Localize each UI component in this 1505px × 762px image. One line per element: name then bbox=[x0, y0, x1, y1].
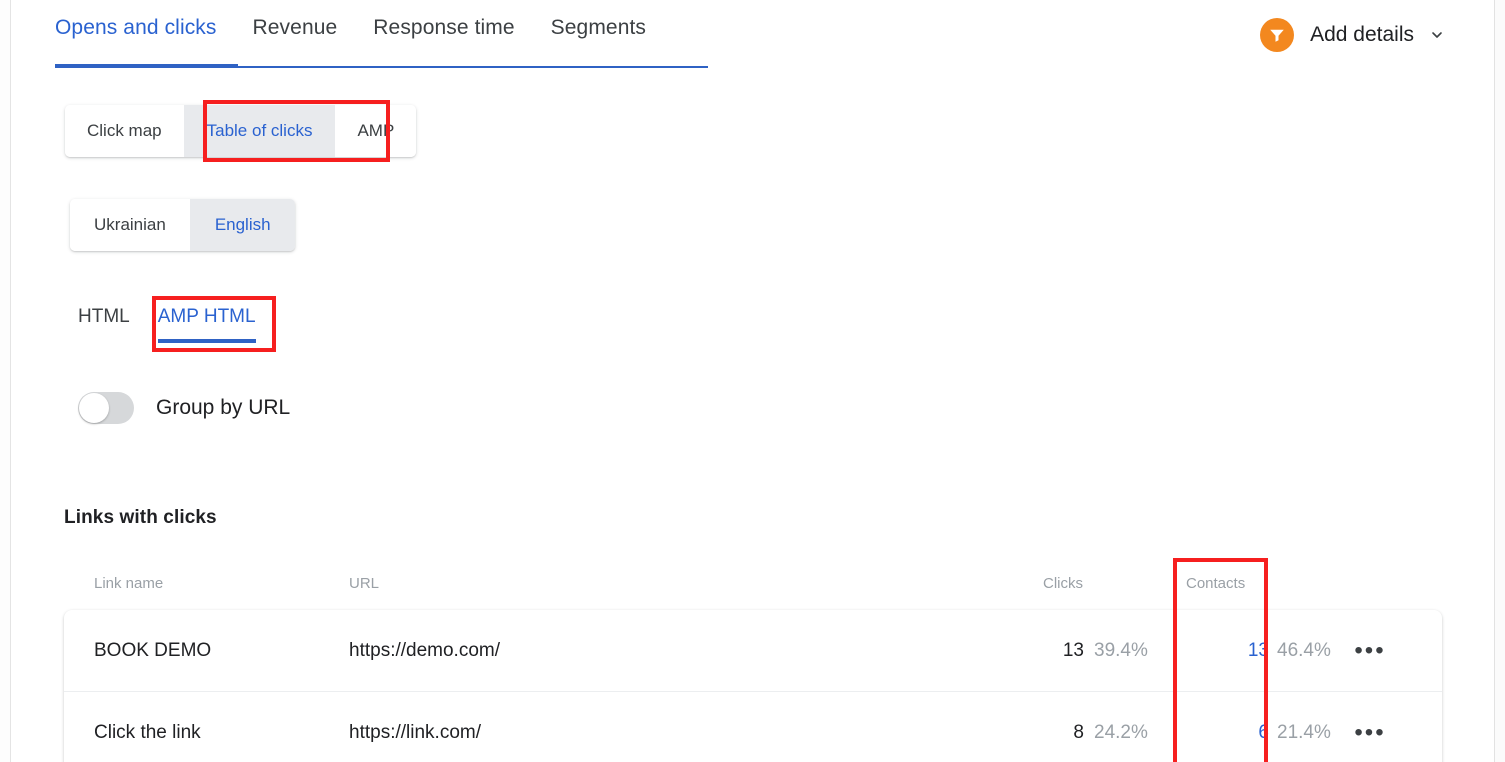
links-table: BOOK DEMO https://demo.com/ 13 39.4% 13 … bbox=[64, 610, 1442, 762]
main-tabs: Opens and clicks Revenue Response time S… bbox=[55, 14, 646, 42]
tab-segments[interactable]: Segments bbox=[551, 14, 646, 42]
tab-opens-and-clicks[interactable]: Opens and clicks bbox=[55, 14, 217, 42]
tab-revenue[interactable]: Revenue bbox=[253, 14, 338, 42]
column-header-contacts: Contacts bbox=[1186, 575, 1246, 592]
main-tabs-active-indicator bbox=[55, 64, 238, 68]
format-tab-html[interactable]: HTML bbox=[78, 303, 130, 343]
page-left-gutter bbox=[0, 0, 10, 762]
row-more-options-icon[interactable]: ••• bbox=[1349, 719, 1391, 747]
language-switch: Ukrainian English bbox=[70, 199, 295, 251]
column-header-url: URL bbox=[349, 575, 380, 592]
group-by-url-label: Group by URL bbox=[156, 396, 291, 419]
view-mode-amp[interactable]: AMP bbox=[335, 105, 417, 157]
cell-contacts-percent: 21.4% bbox=[1277, 722, 1331, 743]
group-by-url-row: Group by URL bbox=[78, 392, 290, 424]
cell-clicks-percent: 39.4% bbox=[1094, 639, 1148, 661]
chevron-down-icon[interactable] bbox=[1429, 27, 1445, 43]
view-mode-switch: Click map Table of clicks AMP bbox=[65, 105, 417, 157]
column-header-clicks: Clicks bbox=[1043, 575, 1083, 592]
format-tabs: HTML AMP HTML bbox=[78, 303, 284, 343]
cell-url: https://link.com/ bbox=[349, 722, 481, 743]
table-row[interactable]: Click the link https://link.com/ 8 24.2%… bbox=[64, 692, 1442, 762]
tab-response-time[interactable]: Response time bbox=[373, 14, 514, 42]
page-title: Links with clicks bbox=[64, 507, 217, 528]
toggle-knob bbox=[79, 393, 109, 423]
page-right-gutter bbox=[1495, 0, 1505, 762]
app-page: Opens and clicks Revenue Response time S… bbox=[0, 0, 1505, 762]
view-mode-table-of-clicks[interactable]: Table of clicks bbox=[184, 105, 336, 157]
view-mode-click-map[interactable]: Click map bbox=[65, 105, 185, 157]
cell-link-name: BOOK DEMO bbox=[94, 639, 212, 661]
row-more-options-icon[interactable]: ••• bbox=[1349, 637, 1391, 665]
language-ukrainian[interactable]: Ukrainian bbox=[70, 199, 191, 251]
cell-url: https://demo.com/ bbox=[349, 639, 501, 661]
format-tab-amp-html[interactable]: AMP HTML bbox=[157, 303, 256, 343]
add-details-label: Add details bbox=[1310, 23, 1414, 46]
cell-link-name: Click the link bbox=[94, 722, 201, 743]
links-table-header: Link name URL Clicks Contacts bbox=[64, 575, 1442, 601]
group-by-url-toggle[interactable] bbox=[78, 392, 134, 424]
cell-contacts[interactable]: 13 bbox=[1164, 640, 1269, 662]
funnel-icon bbox=[1260, 18, 1295, 52]
cell-contacts[interactable]: 6 bbox=[1164, 722, 1269, 744]
language-english[interactable]: English bbox=[190, 199, 295, 251]
cell-clicks: 8 bbox=[1073, 722, 1084, 743]
column-header-link-name: Link name bbox=[94, 575, 164, 592]
add-details-button[interactable]: Add details bbox=[1260, 18, 1445, 52]
cell-contacts-percent: 46.4% bbox=[1277, 639, 1331, 661]
table-row[interactable]: BOOK DEMO https://demo.com/ 13 39.4% 13 … bbox=[64, 610, 1442, 692]
cell-clicks-percent: 24.2% bbox=[1094, 722, 1148, 743]
cell-clicks: 13 bbox=[1062, 639, 1084, 661]
page-left-border bbox=[10, 0, 11, 762]
